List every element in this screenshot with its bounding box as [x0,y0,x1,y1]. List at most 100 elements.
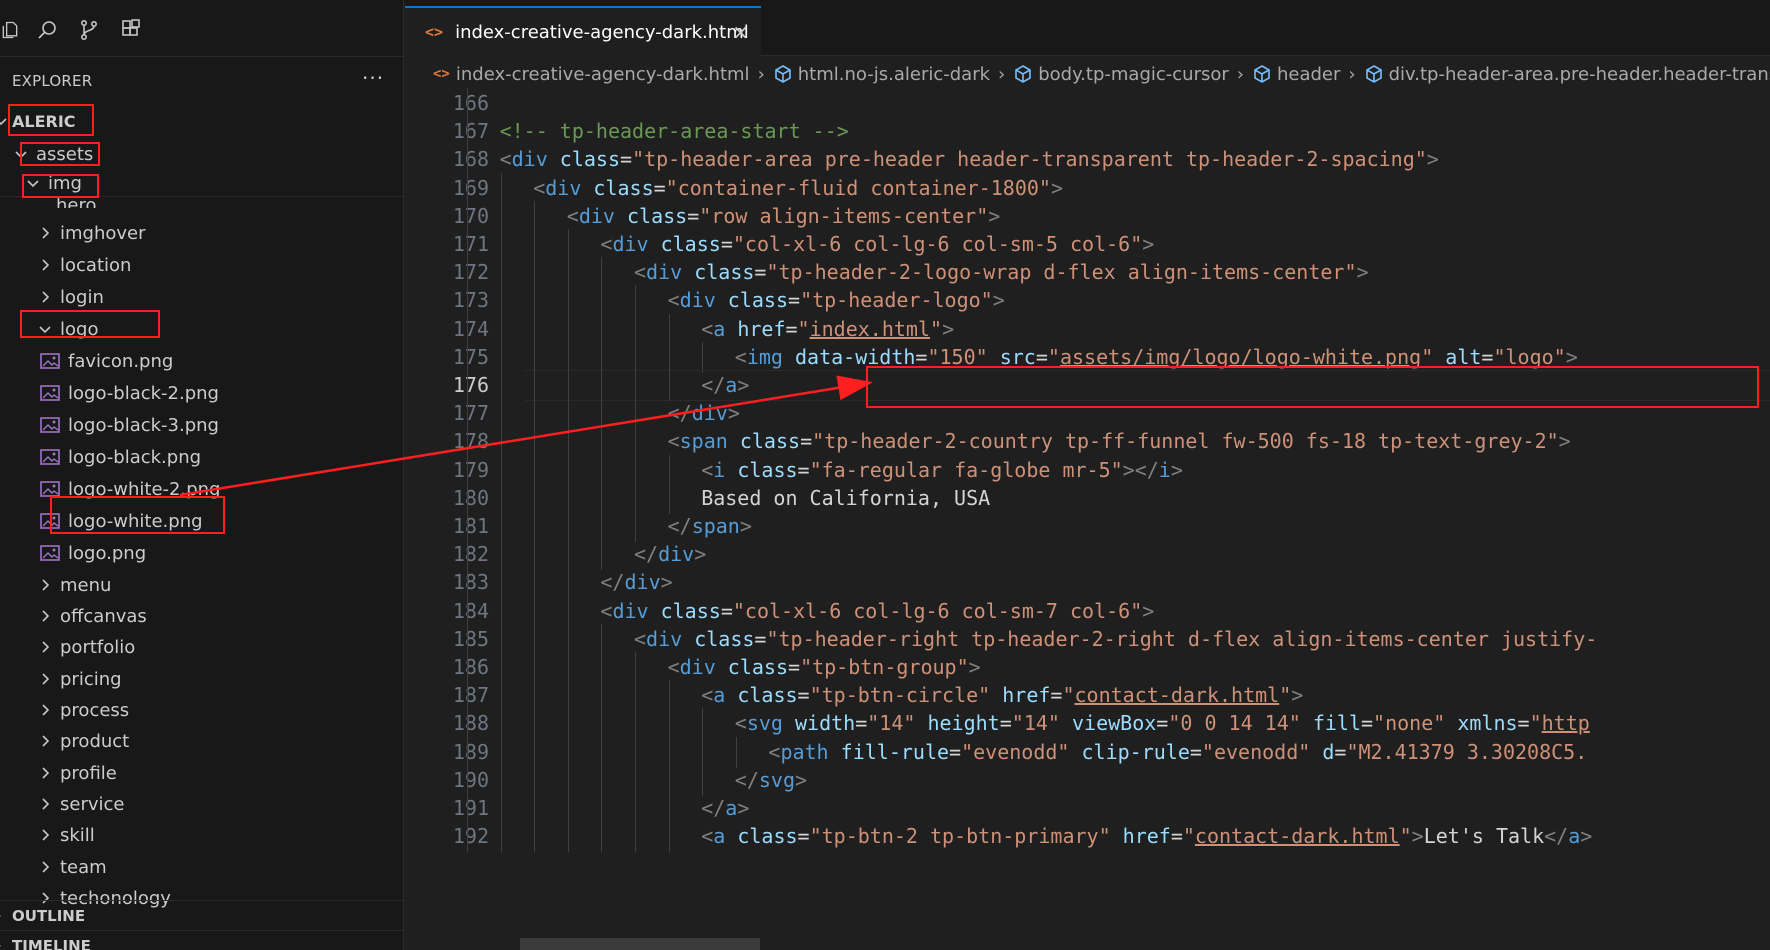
source-control-icon[interactable] [74,15,104,45]
outline-section[interactable]: › OUTLINE [0,900,403,930]
code-line[interactable]: 176 </a> [405,370,1770,401]
tree-item-profile[interactable]: profile [0,758,403,788]
tree-item-img[interactable]: img [0,168,403,198]
code-text: <div class="tp-header-2-logo-wrap d-flex… [634,257,1369,288]
tree-item-favicon-png[interactable]: favicon.png [0,346,403,376]
code-line[interactable]: 169 <div class="container-fluid container… [405,172,1770,204]
tree-item-login[interactable]: login [0,282,403,312]
tree-item-pricing[interactable]: pricing [0,664,403,694]
tree-item-imghover[interactable]: imghover [0,218,403,248]
indent-guide [567,511,569,542]
code-token: class [682,626,755,651]
search-icon[interactable] [32,15,62,45]
code-line[interactable]: 184 <div class="col-xl-6 col-lg-6 col-sm-… [405,595,1770,627]
close-icon[interactable]: × [732,20,749,44]
tree-item-logo-white-2-png[interactable]: logo-white-2.png [0,474,403,504]
indent-guide [601,708,603,740]
tree-item-process[interactable]: process [0,695,403,725]
code-token: = [754,260,767,285]
code-line[interactable]: 166 [405,88,1770,119]
tree-item-label: process [60,699,130,721]
tree-item-menu[interactable]: menu [0,570,403,600]
tree-item-team[interactable]: team [0,852,403,882]
tree-item-assets[interactable]: assets [0,139,403,169]
code-line[interactable]: 180 Based on California, USA [405,482,1770,514]
breadcrumb-item[interactable]: header [1252,64,1340,85]
image-file-icon [40,353,60,369]
code-token: " [797,316,810,341]
code-token: = [720,598,733,623]
code-line[interactable]: 171 <div class="col-xl-6 col-lg-6 col-sm-… [405,229,1770,260]
code-token: "tp-header-2-country tp-ff-funnel fw-500… [812,429,1559,454]
indent-guide [500,708,502,740]
horizontal-scrollbar[interactable] [520,938,760,950]
code-line[interactable]: 179 <i class="fa-regular fa-globe mr-5"><… [405,454,1770,486]
code-token: div [691,401,728,426]
indent-guide [635,398,636,430]
tree-item-logo-white-png[interactable]: logo-white.png [0,506,403,536]
code-line[interactable]: 187 <a class="tp-btn-circle" href="contac… [405,680,1770,712]
breadcrumb-item[interactable]: <> index-creative-agency-dark.html [433,64,750,85]
code-line[interactable]: 172 <div class="tp-header-2-logo-wrap d-f… [405,257,1770,289]
code-line[interactable]: 170 <div class="row align-items-center"> [405,200,1770,232]
files-icon[interactable] [0,15,20,45]
code-token: class [648,232,721,256]
tree-item-location[interactable]: location [0,250,403,280]
tree-item-product[interactable]: product [0,726,403,756]
code-line[interactable]: 167 <!-- tp-header-area-start --> [405,116,1770,148]
code-line[interactable]: 188 <svg width="14" height="14" viewBox="… [405,708,1770,740]
code-text: <svg width="14" height="14" viewBox="0 0… [735,708,1590,739]
code-line[interactable]: 174 <a href="index.html"> [405,313,1770,345]
tree-item-hero[interactable]: hero [0,196,403,209]
indent-guide [467,595,468,627]
tree-item-portfolio[interactable]: portfolio [0,632,403,662]
indent-guide [702,341,704,373]
more-actions-icon[interactable]: ··· [362,66,384,90]
code-line[interactable]: 186 <div class="tp-btn-group"> [405,652,1770,683]
extensions-icon[interactable] [116,15,146,45]
code-line[interactable]: 182 </div> [405,539,1770,571]
tree-item-offcanvas[interactable]: offcanvas [0,601,403,631]
indent-guide [500,539,502,571]
code-line[interactable]: 175 <img data-width="150" src="assets/img… [405,341,1770,373]
tree-root-aleric[interactable]: ALERIC [0,106,403,136]
breadcrumb-item[interactable]: html.no-js.aleric-dark [773,64,990,85]
code-token: a [725,373,738,397]
tree-item-logo-black-2-png[interactable]: logo-black-2.png [0,378,403,408]
code-line[interactable]: 183 </div> [405,567,1770,599]
tree-item-logo[interactable]: logo [0,314,403,344]
code-token: span [691,514,740,538]
code-line[interactable]: 192 <a class="tp-btn-2 tp-btn-primary" hr… [405,821,1770,853]
tree-item-logo-png[interactable]: logo.png [0,538,403,568]
timeline-section[interactable]: › TIMELINE [0,930,403,950]
code-token: clip-rule [1069,739,1190,764]
code-line[interactable]: 191 </a> [405,793,1770,824]
tree-item-service[interactable]: service [0,789,403,819]
code-line[interactable]: 173 <div class="tp-header-logo"> [405,285,1770,317]
indent-guide [467,285,468,317]
code-line[interactable]: 189 <path fill-rule="evenodd" clip-rule="… [405,736,1770,768]
tree-item-logo-black-png[interactable]: logo-black.png [0,442,403,472]
code-line[interactable]: 177 </div> [405,398,1770,430]
line-number: 171 [452,232,489,256]
indent-guide [500,736,502,768]
indent-guide [534,370,536,401]
code-text: <a class="tp-btn-circle" href="contact-d… [701,680,1303,711]
tab-index-creative-agency-dark[interactable]: <> index-creative-agency-dark.html × [405,6,761,56]
code-line[interactable]: 181 </span> [405,511,1770,542]
line-number: 176 [452,373,489,397]
tree-item-skill[interactable]: skill [0,820,403,850]
tree-item-logo-black-3-png[interactable]: logo-black-3.png [0,410,403,440]
code-line[interactable]: 190 </svg> [405,764,1770,796]
code-line[interactable]: 178 <span class="tp-header-2-country tp-f… [405,426,1770,458]
indent-guide [500,511,502,542]
indent-guide [467,652,468,683]
code-token: class [725,683,798,708]
code-line[interactable]: 168 <div class="tp-header-area pre-header… [405,144,1770,176]
breadcrumb-item[interactable]: div.tp-header-area.pre-header.header-tra… [1364,64,1770,85]
code-line[interactable]: 185 <div class="tp-header-right tp-header… [405,623,1770,655]
indent-guide [467,821,468,853]
indent-guide [635,793,636,824]
code-editor[interactable]: 166 167 <!-- tp-header-area-start --> 168 <d… [405,88,1770,950]
breadcrumb-item[interactable]: body.tp-magic-cursor [1013,64,1229,85]
